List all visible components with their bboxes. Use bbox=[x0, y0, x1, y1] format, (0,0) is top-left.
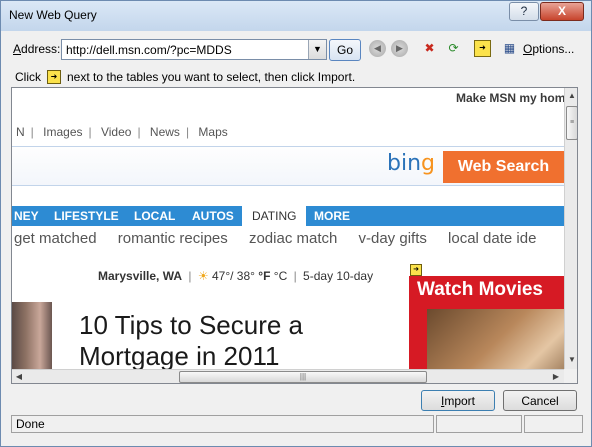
select-table-arrow-icon: ➜ bbox=[47, 70, 61, 84]
hide-icons-icon[interactable]: ➜ bbox=[474, 40, 491, 57]
chevron-down-icon: ▼ bbox=[313, 44, 322, 54]
unit-fahrenheit[interactable]: °F bbox=[258, 269, 270, 283]
window-title: New Web Query bbox=[9, 8, 97, 22]
status-pane bbox=[436, 415, 522, 433]
scroll-right-icon[interactable]: ▶ bbox=[549, 369, 563, 383]
horizontal-scroll-thumb[interactable]: ||| bbox=[179, 371, 427, 383]
unit-celsius[interactable]: °C bbox=[274, 269, 287, 283]
table-select-arrow-icon[interactable]: ➜ bbox=[410, 264, 422, 276]
options-icon[interactable]: ▦ bbox=[501, 40, 518, 57]
scroll-left-icon[interactable]: ◀ bbox=[12, 369, 26, 383]
nav-link-maps[interactable]: Maps bbox=[198, 125, 227, 139]
nav-link-video[interactable]: Video bbox=[101, 125, 131, 139]
sub-link[interactable]: v-day gifts bbox=[359, 230, 427, 247]
address-toolbar: Address: ▼ Go ◀ ▶ ✖ ⟳ ➜ ▦ Options... bbox=[11, 37, 583, 61]
refresh-icon[interactable]: ⟳ bbox=[445, 40, 462, 57]
status-bar: Done bbox=[11, 415, 583, 433]
address-label: Address: bbox=[13, 42, 61, 56]
instruction-line: Click ➜ next to the tables you want to s… bbox=[15, 69, 575, 85]
category-bar: NEY LIFESTYLE LOCAL AUTOS DATING MORE bbox=[12, 206, 564, 226]
watch-movies-ad[interactable]: Watch Movies bbox=[409, 276, 564, 383]
address-combobox[interactable]: ▼ bbox=[61, 39, 327, 60]
category-more[interactable]: MORE bbox=[314, 206, 350, 226]
category-dating[interactable]: DATING bbox=[242, 206, 307, 226]
status-text: Done bbox=[11, 415, 434, 433]
weather-widget: Marysville, WA | ☀ 47°/ 38° °F °C | 5-da… bbox=[98, 269, 374, 283]
import-button[interactable]: Import bbox=[421, 390, 495, 411]
address-input[interactable] bbox=[62, 40, 308, 59]
forecast-links[interactable]: 5-day 10-day bbox=[303, 269, 373, 283]
sub-link[interactable]: zodiac match bbox=[249, 230, 337, 247]
sub-link[interactable]: local date ide bbox=[448, 230, 536, 247]
go-button[interactable]: Go bbox=[329, 39, 361, 61]
category-lifestyle[interactable]: LIFESTYLE bbox=[54, 206, 119, 226]
ad-title: Watch Movies bbox=[417, 279, 543, 300]
forward-icon[interactable]: ▶ bbox=[391, 40, 408, 57]
cancel-button[interactable]: Cancel bbox=[503, 390, 577, 411]
vertical-scrollbar[interactable]: ▲ ≡ ▼ bbox=[564, 88, 577, 369]
bing-logo: bing bbox=[387, 151, 435, 176]
back-icon[interactable]: ◀ bbox=[369, 40, 386, 57]
msn-nav-links: N | Images | Video | News | Maps bbox=[16, 125, 228, 139]
scroll-up-icon[interactable]: ▲ bbox=[565, 88, 577, 104]
hint-text-after: next to the tables you want to select, t… bbox=[67, 70, 356, 84]
nav-link-news[interactable]: News bbox=[150, 125, 180, 139]
category-autos[interactable]: AUTOS bbox=[192, 206, 234, 226]
make-msn-home-link[interactable]: Make MSN my hom bbox=[456, 91, 565, 105]
options-button[interactable]: Options... bbox=[523, 42, 574, 56]
scrollbar-corner bbox=[564, 369, 577, 383]
sub-link[interactable]: romantic recipes bbox=[118, 230, 228, 247]
vertical-scroll-thumb[interactable]: ≡ bbox=[566, 106, 577, 140]
sub-link[interactable]: get matched bbox=[14, 230, 97, 247]
weather-city[interactable]: Marysville, WA bbox=[98, 269, 182, 283]
hint-text-before: Click bbox=[15, 70, 41, 84]
scroll-down-icon[interactable]: ▼ bbox=[565, 352, 577, 368]
close-button[interactable]: X bbox=[540, 2, 584, 21]
title-bar[interactable]: New Web Query ? X bbox=[1, 1, 591, 31]
nav-link[interactable]: N bbox=[16, 125, 25, 139]
address-dropdown-button[interactable]: ▼ bbox=[308, 40, 326, 59]
new-web-query-dialog: New Web Query ? X Address: ▼ Go ◀ ▶ ✖ ⟳ … bbox=[0, 0, 592, 447]
horizontal-scrollbar[interactable]: ◀ ||| ▶ bbox=[12, 369, 564, 383]
weather-temps: 47°/ 38° bbox=[211, 269, 255, 283]
web-search-button[interactable]: Web Search bbox=[443, 151, 564, 183]
sun-icon: ☀ bbox=[197, 269, 209, 283]
category-local[interactable]: LOCAL bbox=[134, 206, 175, 226]
category-money[interactable]: NEY bbox=[14, 206, 39, 226]
help-button[interactable]: ? bbox=[509, 2, 539, 21]
web-page-preview[interactable]: Make MSN my hom N | Images | Video | News | … bbox=[11, 87, 578, 384]
headline-link[interactable]: 10 Tips to Secure a Mortgage in 2011 bbox=[79, 310, 379, 372]
dating-sub-links: get matched romantic recipes zodiac matc… bbox=[14, 230, 553, 247]
status-pane bbox=[524, 415, 583, 433]
search-strip: bing Web Search bbox=[12, 146, 564, 186]
stop-icon[interactable]: ✖ bbox=[421, 40, 438, 57]
nav-link-images[interactable]: Images bbox=[43, 125, 82, 139]
